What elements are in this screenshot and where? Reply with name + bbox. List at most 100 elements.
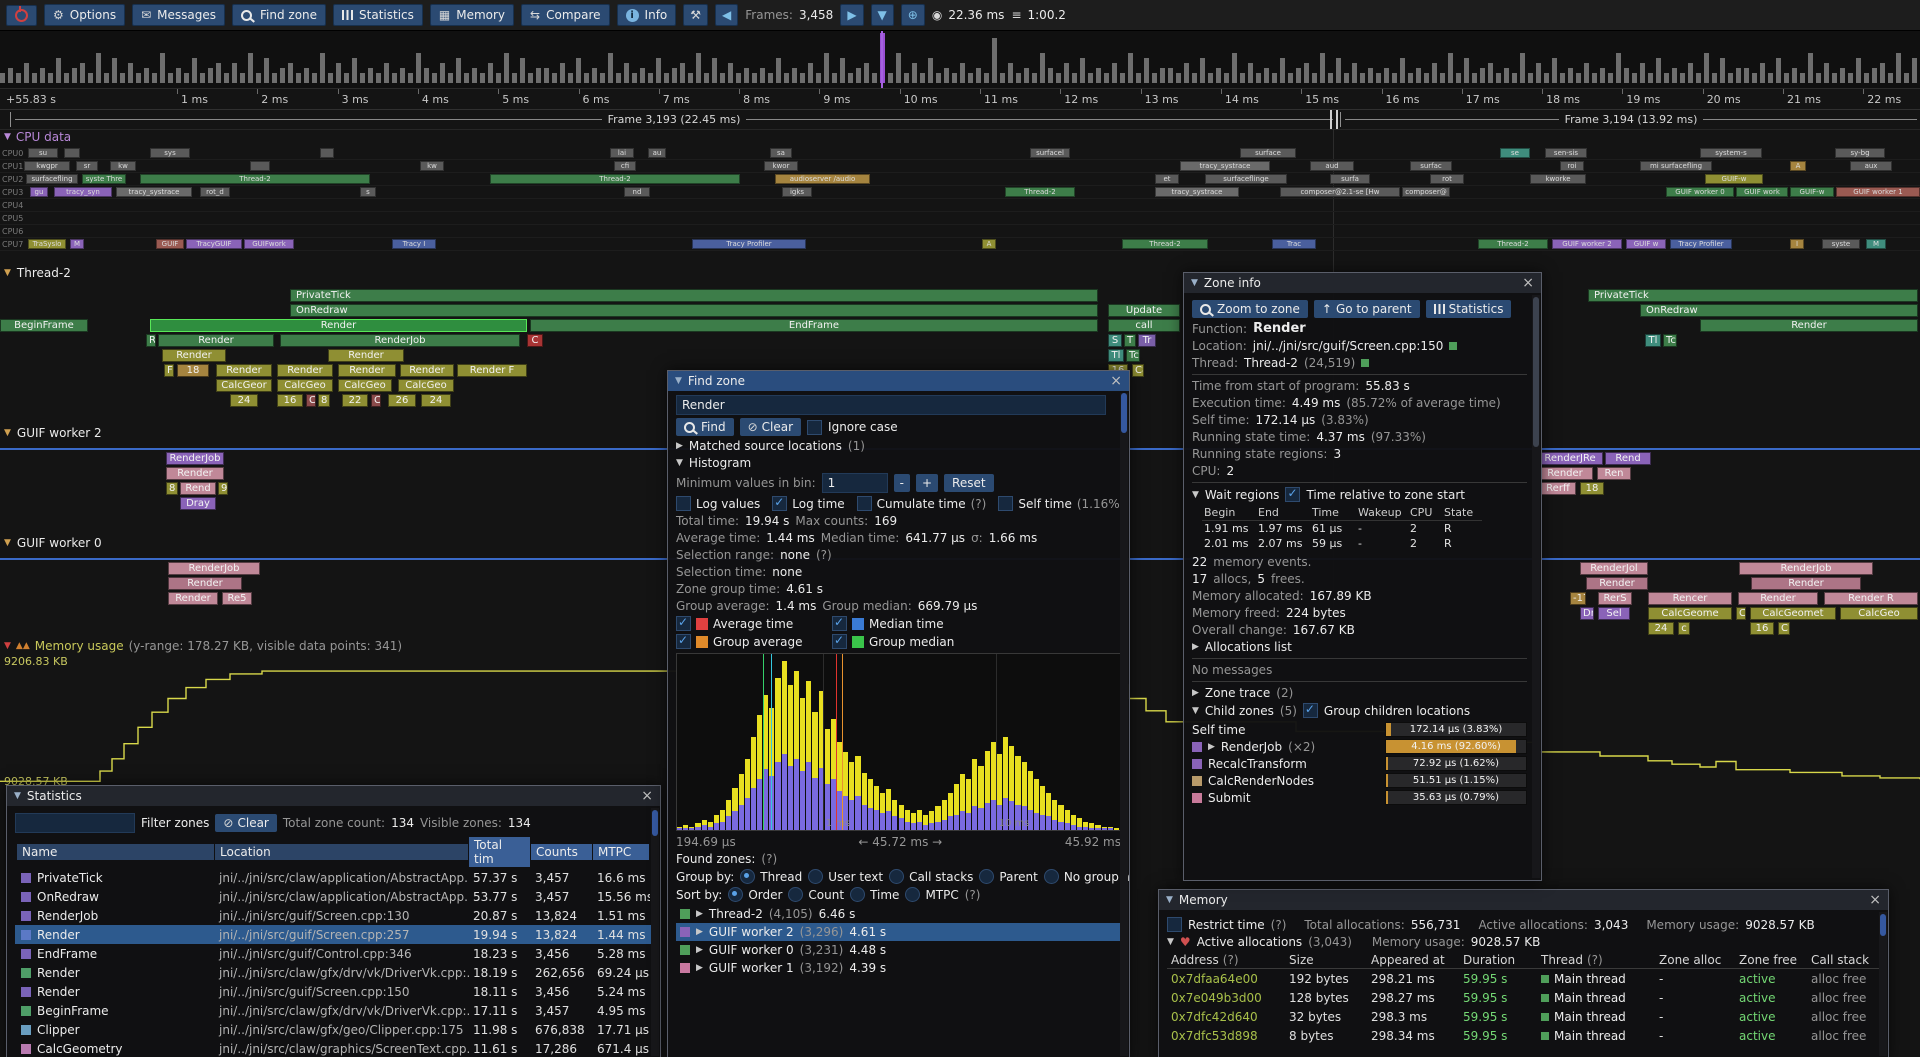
timeline-zone[interactable]: RenderJRe (1537, 452, 1603, 465)
timeline-zone[interactable]: 8 (318, 394, 330, 407)
cpu-zone[interactable]: et (1155, 174, 1179, 184)
cpu-zone[interactable]: au (648, 148, 666, 158)
stats-column-header[interactable]: MTPC (593, 844, 649, 860)
found-zone-group[interactable]: ▶GUIF worker 1(3,192)4.39 s (676, 959, 1121, 977)
sort-by-order-radio[interactable]: Order (728, 887, 782, 902)
collapse-icon[interactable]: ▼ (1192, 706, 1199, 716)
cpu-zone[interactable]: audioserver /audio (775, 174, 870, 184)
frame-select-button[interactable]: ▼ (871, 4, 894, 26)
scrollbar[interactable] (651, 808, 659, 1056)
next-frame-button[interactable]: ▶ (840, 4, 863, 26)
stats-column-header[interactable]: Counts (531, 844, 592, 860)
collapse-icon[interactable]: ▼ (1167, 937, 1174, 947)
statistics-table-header[interactable]: NameLocationTotal timCountsMTPC (15, 836, 652, 868)
cpu-zone[interactable]: A (982, 239, 996, 249)
cpu-zone[interactable]: cfi (614, 161, 636, 171)
cpu-zone[interactable] (250, 161, 270, 171)
collapse-icon[interactable]: ▼ (1192, 490, 1199, 500)
find-zone-button[interactable]: Find zone (232, 4, 326, 26)
cpu-zone[interactable]: aud (1310, 161, 1354, 171)
cpu-zone[interactable]: Thread-2 (140, 174, 370, 184)
expand-icon[interactable]: ▶ (1192, 688, 1199, 698)
alloc-column-header[interactable]: Size (1285, 952, 1367, 969)
cpu-zone[interactable]: Thread-2 (1005, 187, 1075, 197)
timeline-zone[interactable]: CalcGeo (398, 379, 454, 392)
radio[interactable] (728, 887, 743, 902)
cpu-zone[interactable]: surfaceflinge (1205, 174, 1287, 184)
help-icon[interactable]: (?) (1271, 918, 1287, 932)
cpu-zone[interactable]: Thread-2 (490, 174, 740, 184)
timeline-zone[interactable]: Render (216, 364, 272, 377)
timeline-zone[interactable]: EndFrame (530, 319, 1098, 332)
group-by-parent-radio[interactable]: Parent (979, 869, 1037, 884)
stats-table-row[interactable]: OnRedrawjni/../jni/src/claw/application/… (15, 887, 652, 906)
timeline-zone[interactable]: 18 (1580, 482, 1604, 495)
timeline-zone[interactable]: 24 (1648, 622, 1674, 635)
alloc-column-header[interactable]: Address(?) (1167, 952, 1285, 969)
scrollbar-thumb[interactable] (1533, 297, 1539, 447)
address-cell[interactable]: 0x7dfaa64e00 (1167, 972, 1285, 986)
timeline-zone[interactable]: -17 (1570, 592, 1586, 605)
collapse-icon[interactable]: ▼ (4, 132, 11, 142)
timeline-zone[interactable]: F (164, 364, 174, 377)
close-icon[interactable]: × (1110, 374, 1122, 388)
zone-info-titlebar[interactable]: ▼ Zone info × (1184, 273, 1541, 293)
timeline-zone[interactable]: 26 (388, 394, 416, 407)
timeline-zone[interactable]: Rerff (1540, 482, 1576, 495)
call-stack-cell[interactable]: alloc free (1807, 1029, 1880, 1043)
timeline-zone[interactable]: Tc (1663, 334, 1677, 347)
allocation-row[interactable]: 0x7e049b3d00128 bytes298.27 ms59.95 sMai… (1167, 988, 1880, 1007)
group-by-no-grouping-radio[interactable]: No grouping (1044, 869, 1129, 884)
zoom-to-zone-button[interactable]: Zoom to zone (1192, 300, 1308, 318)
child-zone-row[interactable]: Self time172.14 μs (3.83%) (1192, 721, 1527, 738)
close-icon[interactable]: × (1869, 893, 1881, 907)
zone-thread[interactable]: Thread-2 (1244, 356, 1298, 370)
timeline-zone[interactable]: Render (338, 364, 396, 377)
cpu-zone[interactable]: composer@2.1-se [Hw (1280, 187, 1400, 197)
scrollbar[interactable] (1879, 912, 1887, 1056)
collapse-icon[interactable]: ▼ (675, 376, 682, 386)
timeline-zone[interactable]: C8 (1132, 364, 1144, 377)
thread-section-header[interactable]: ▼GUIF worker 0 (4, 536, 102, 550)
memory-usage-section-header[interactable]: ▼ ▲▲ Memory usage (y-range: 178.27 KB, v… (4, 639, 402, 653)
collapse-icon[interactable]: ▼ (4, 641, 11, 651)
cpu-zone[interactable]: Trac (1272, 239, 1316, 249)
cpu-zone[interactable]: syste (1822, 239, 1860, 249)
cpu-zone[interactable]: s (360, 187, 376, 197)
cpu-zone[interactable]: GUIF worker 1 (1836, 187, 1920, 197)
timeline-zone[interactable]: Tl (1645, 334, 1661, 347)
alloc-column-header[interactable]: Zone free (1735, 952, 1807, 969)
stats-column-header[interactable]: Name (17, 844, 214, 860)
group-by-call-stacks-radio[interactable]: Call stacks (889, 869, 973, 884)
timeline-zone[interactable]: Render (1586, 577, 1648, 590)
radio[interactable] (740, 869, 755, 884)
wait-table-header-cell[interactable]: Wakeup (1356, 505, 1408, 521)
checkbox[interactable] (676, 616, 691, 631)
timeline-zone[interactable]: 24 (421, 394, 451, 407)
checkbox[interactable] (832, 616, 847, 631)
stats-table-row[interactable]: EndFramejni/../jni/src/guif/Control.cpp:… (15, 944, 652, 963)
frame-overview-minimap[interactable] (0, 31, 1920, 89)
child-zone-row[interactable]: Submit35.63 μs (0.79%) (1192, 789, 1527, 806)
timeline-zone[interactable]: Render (1751, 577, 1861, 590)
cpu-zone[interactable]: tracy_systrace (1155, 187, 1239, 197)
cpu-zone[interactable]: M (70, 239, 84, 249)
cpu-zone[interactable]: GUIF worker 2 (1552, 239, 1622, 249)
frame-markers-row[interactable]: Frame 3,193 (22.45 ms)Frame 3,194 (13.92… (0, 110, 1920, 130)
increase-bin-button[interactable]: + (916, 474, 938, 492)
allocations-list-row[interactable]: ▶Allocations list (1192, 640, 1527, 654)
checkbox[interactable] (676, 634, 691, 649)
cpu-zone[interactable]: su (28, 148, 58, 158)
timeline-zone[interactable]: RenderJob (1739, 562, 1873, 575)
cpu-zone[interactable]: kwor (764, 161, 798, 171)
cpu-zone[interactable]: surfacefling (26, 174, 78, 184)
cpu-zone[interactable]: kw (420, 161, 444, 171)
timeline-zone[interactable]: T (1124, 334, 1136, 347)
frame-marker[interactable]: Frame 3,194 (13.92 ms) (1340, 112, 1920, 127)
checkbox[interactable] (857, 496, 872, 511)
radio[interactable] (905, 887, 920, 902)
alloc-column-header[interactable]: Appeared at (1367, 952, 1459, 969)
checkbox[interactable] (676, 496, 691, 511)
radio[interactable] (808, 869, 823, 884)
allocation-row[interactable]: 0x7dfc53d8988 bytes298.34 ms59.95 sMain … (1167, 1026, 1880, 1045)
